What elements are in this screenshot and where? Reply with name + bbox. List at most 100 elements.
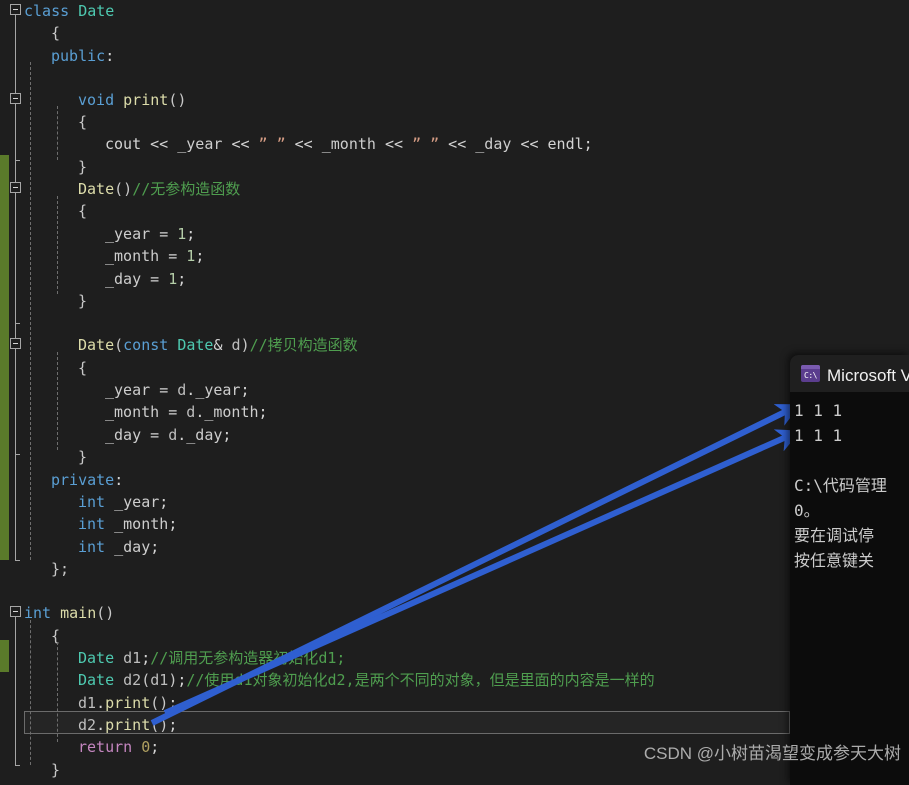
code-line[interactable]: Date d2(d1);//使用d1对象初始化d2,是两个不同的对象，但是里面的… [78, 669, 655, 692]
console-output-line: 1 1 1 [794, 426, 843, 445]
change-bar-segment [0, 640, 9, 672]
code-line[interactable]: return 0; [78, 736, 159, 759]
outlining-fold-gutter[interactable] [9, 0, 25, 785]
code-token: ; [168, 694, 178, 712]
code-line[interactable]: _month = d._month; [105, 401, 268, 424]
code-token: _year [177, 135, 232, 153]
code-line[interactable]: }; [51, 558, 69, 581]
code-line[interactable]: { [51, 22, 60, 45]
fold-region-line [15, 617, 16, 765]
code-token: ; [150, 738, 160, 756]
code-token: cout [105, 135, 151, 153]
code-line[interactable]: Date d1;//调用无参构造器初始化d1; [78, 647, 345, 670]
code-line[interactable]: } [78, 290, 87, 313]
code-token: ; [258, 403, 268, 421]
code-token: ( [114, 336, 124, 354]
debug-console-window[interactable]: C:\ Microsoft Visual Studio 调试控制台 1 1 11… [790, 355, 909, 785]
code-line[interactable]: int _year; [78, 491, 168, 514]
code-line[interactable]: _day = 1; [105, 268, 186, 291]
code-token: ; [195, 247, 205, 265]
code-line[interactable]: _year = d._year; [105, 379, 250, 402]
fold-region-line [15, 193, 16, 323]
fold-region-end-tick [15, 454, 20, 455]
code-token: int [78, 538, 115, 556]
code-token: endl [547, 135, 584, 153]
code-token: } [51, 761, 61, 779]
code-line[interactable]: int main() [24, 602, 114, 625]
code-token: { [78, 202, 88, 220]
code-token: public [51, 47, 106, 65]
code-token: } [78, 158, 88, 176]
code-token: ) [240, 336, 250, 354]
code-token: print [105, 694, 151, 712]
code-token: () [96, 604, 115, 622]
indent-guide [30, 62, 31, 560]
code-token: d2 [114, 671, 142, 689]
code-line[interactable]: } [78, 156, 87, 179]
code-token: << [520, 135, 548, 153]
fold-region-end-tick [15, 160, 20, 161]
fold-collapse-icon[interactable] [10, 4, 21, 15]
code-token: _day [105, 270, 151, 288]
code-token: : [114, 471, 124, 489]
fold-region-end-tick [15, 560, 20, 561]
code-line[interactable]: void print() [78, 89, 186, 112]
code-line[interactable]: cout << _year << ” ” << _month << ” ” <<… [105, 133, 593, 156]
console-title-label: Microsoft Visual Studio 调试控制台 [827, 366, 909, 385]
code-token: _year [195, 381, 241, 399]
code-line[interactable]: Date()//无参构造函数 [78, 178, 240, 201]
code-token: : [105, 47, 115, 65]
code-token: . [186, 381, 196, 399]
fold-region-end-tick [15, 323, 20, 324]
code-line[interactable]: { [78, 111, 87, 134]
console-output-area[interactable]: 1 1 1 1 1 1 C:\代码管理 0。 要在调试停 按任意键关 [790, 392, 909, 785]
indent-guide [57, 642, 58, 742]
code-token: void [78, 91, 124, 109]
code-token: ; [583, 135, 593, 153]
code-line[interactable]: int _day; [78, 536, 159, 559]
code-line[interactable]: class Date [24, 0, 114, 23]
code-token: { [51, 24, 61, 42]
code-line[interactable]: Date(const Date& d)//拷贝构造函数 [78, 334, 358, 357]
code-line[interactable]: int _month; [78, 513, 177, 536]
code-line[interactable]: _month = 1; [105, 245, 204, 268]
code-token: ; [186, 225, 196, 243]
fold-collapse-icon[interactable] [10, 93, 21, 104]
code-token: ” ” [258, 135, 286, 153]
code-token: private [51, 471, 115, 489]
code-line[interactable]: { [51, 625, 60, 648]
fold-collapse-icon[interactable] [10, 338, 21, 349]
code-line[interactable]: } [51, 759, 60, 782]
code-token: { [78, 113, 88, 131]
code-token: & [213, 336, 232, 354]
code-token: ; [159, 493, 169, 511]
code-token: _month [204, 403, 259, 421]
code-editor-surface[interactable]: class Date{public: void print(){cout << _… [0, 0, 909, 785]
code-line[interactable]: _year = 1; [105, 223, 195, 246]
code-line[interactable]: { [78, 200, 87, 223]
code-line[interactable]: public: [51, 45, 114, 68]
code-token: _month [114, 515, 169, 533]
code-token: d [177, 381, 187, 399]
code-line[interactable]: { [78, 357, 87, 380]
fold-collapse-icon[interactable] [10, 606, 21, 617]
code-token: = [159, 381, 178, 399]
indent-guide [57, 196, 58, 294]
code-token: 0 [141, 738, 151, 756]
code-token: () [114, 180, 133, 198]
fold-region-line [15, 349, 16, 454]
console-title-bar[interactable]: C:\ Microsoft Visual Studio 调试控制台 [790, 355, 909, 392]
code-token: _year [105, 381, 160, 399]
console-cmd-icon: C:\ [801, 365, 820, 382]
code-line[interactable]: } [78, 446, 87, 469]
code-token: Date [177, 336, 214, 354]
indent-guide [30, 620, 31, 765]
code-token: ) [168, 671, 178, 689]
code-token: ; [222, 426, 232, 444]
code-token: = [159, 225, 178, 243]
code-token: = [168, 247, 187, 265]
code-line[interactable]: private: [51, 469, 123, 492]
code-line[interactable]: _day = d._day; [105, 424, 231, 447]
console-output-line: C:\代码管理 [794, 476, 887, 495]
fold-collapse-icon[interactable] [10, 182, 21, 193]
